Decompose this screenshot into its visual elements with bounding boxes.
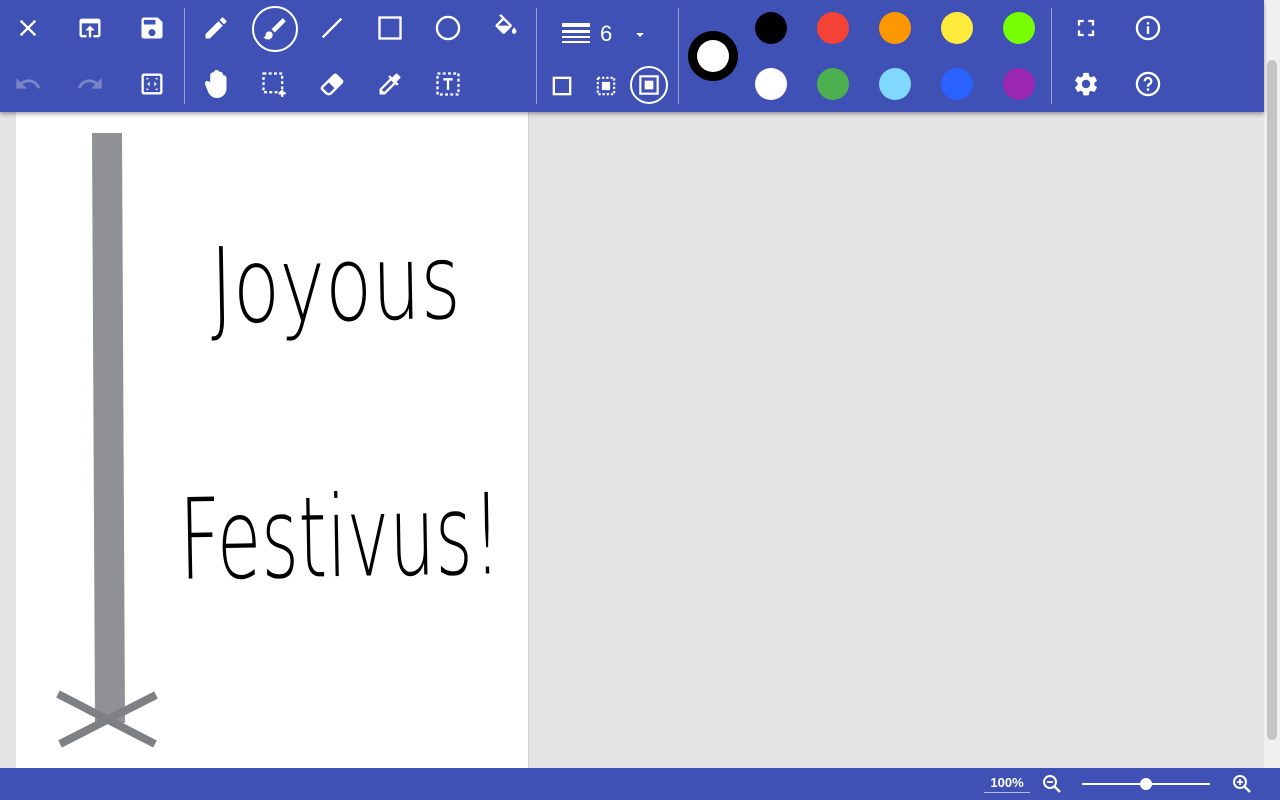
color-picker-tool[interactable]	[370, 64, 410, 104]
text-icon	[436, 72, 460, 96]
color-swatch-green[interactable]	[817, 68, 849, 100]
select-tool[interactable]	[254, 64, 294, 104]
ellipse-tool[interactable]	[428, 8, 468, 48]
fit-page-icon	[141, 73, 163, 95]
save-icon	[141, 17, 163, 39]
drawing-canvas[interactable]: Joyous Festivus!	[16, 112, 528, 768]
help-button[interactable]	[1128, 64, 1168, 104]
ellipse-icon	[435, 15, 461, 41]
close-button[interactable]	[8, 8, 48, 48]
rectangle-icon	[378, 16, 402, 40]
info-button[interactable]	[1128, 8, 1168, 48]
save-button[interactable]	[132, 8, 172, 48]
fit-page-button[interactable]	[132, 64, 172, 104]
fill-bucket-icon	[495, 14, 517, 34]
line-weight-icon	[562, 23, 590, 43]
brush-size-value: 6	[600, 21, 613, 46]
dropdown-arrow-icon	[636, 33, 644, 37]
zoom-out-button[interactable]	[1040, 772, 1064, 796]
help-icon	[1135, 71, 1161, 97]
zoom-level[interactable]: 100%	[984, 775, 1030, 793]
drawing-page[interactable]: Joyous Festivus!	[16, 112, 529, 768]
fill-mode-outline-button[interactable]	[542, 66, 582, 106]
redo-button[interactable]	[70, 64, 110, 104]
toolbar-separator	[536, 8, 537, 104]
color-swatch-orange[interactable]	[879, 12, 911, 44]
brush-tool[interactable]	[252, 6, 298, 52]
open-icon	[79, 18, 101, 38]
color-swatch-red[interactable]	[817, 12, 849, 44]
filled-square-icon	[639, 75, 659, 95]
brush-size-select[interactable]: 6	[556, 12, 660, 56]
fullscreen-icon	[1077, 19, 1095, 37]
text-tool[interactable]	[428, 64, 468, 104]
toolbar: 6	[0, 0, 1264, 112]
close-icon	[19, 19, 37, 37]
eraser-tool[interactable]	[312, 64, 352, 104]
color-swatch-lime[interactable]	[1003, 12, 1035, 44]
status-bar: 100%	[0, 768, 1280, 800]
festivus-pole	[92, 133, 125, 723]
line-tool[interactable]	[312, 8, 352, 48]
pencil-icon	[205, 17, 227, 39]
vertical-scrollbar[interactable]	[1264, 0, 1280, 768]
pencil-tool[interactable]	[196, 8, 236, 48]
toolbar-separator	[678, 8, 679, 104]
zoom-slider[interactable]	[1082, 778, 1210, 790]
fill-mode-outline-fill-button[interactable]	[586, 66, 626, 106]
pan-hand-icon	[204, 70, 227, 98]
outline-square-icon	[552, 76, 572, 96]
color-swatch-black[interactable]	[755, 12, 787, 44]
settings-icon	[1075, 72, 1097, 96]
toolbar-separator	[1051, 8, 1052, 104]
open-button[interactable]	[70, 8, 110, 48]
brush-icon	[263, 18, 286, 40]
scrollbar-thumb[interactable]	[1267, 60, 1277, 740]
color-swatch-light-blue[interactable]	[879, 68, 911, 100]
toolbar-separator	[184, 8, 185, 104]
canvas-text-festivus: Festivus!	[178, 470, 502, 606]
pan-tool[interactable]	[196, 64, 236, 104]
undo-button[interactable]	[8, 64, 48, 104]
redo-icon	[77, 78, 102, 89]
color-swatch-purple[interactable]	[1003, 68, 1035, 100]
line-icon	[321, 17, 343, 39]
info-icon	[1135, 15, 1161, 41]
current-color-fill	[697, 40, 729, 72]
zoom-slider-thumb[interactable]	[1140, 778, 1152, 790]
zoom-in-button[interactable]	[1230, 772, 1254, 796]
color-swatch-yellow[interactable]	[941, 12, 973, 44]
color-swatch-blue[interactable]	[941, 68, 973, 100]
color-swatch-white[interactable]	[755, 68, 787, 100]
current-color-swatch[interactable]	[688, 31, 738, 81]
fill-tool[interactable]	[486, 8, 526, 48]
settings-button[interactable]	[1066, 64, 1106, 104]
color-picker-icon	[379, 73, 401, 95]
fill-mode-fill-button[interactable]	[630, 66, 668, 104]
dotted-square-icon	[596, 76, 616, 96]
fullscreen-button[interactable]	[1066, 8, 1106, 48]
canvas-text-joyous: Joyous	[209, 221, 461, 347]
zoom-in-icon	[1233, 775, 1251, 793]
undo-icon	[16, 78, 41, 89]
select-rectangle-icon	[262, 72, 286, 97]
rectangle-tool[interactable]	[370, 8, 410, 48]
zoom-out-icon	[1043, 775, 1061, 793]
eraser-icon	[320, 73, 344, 96]
